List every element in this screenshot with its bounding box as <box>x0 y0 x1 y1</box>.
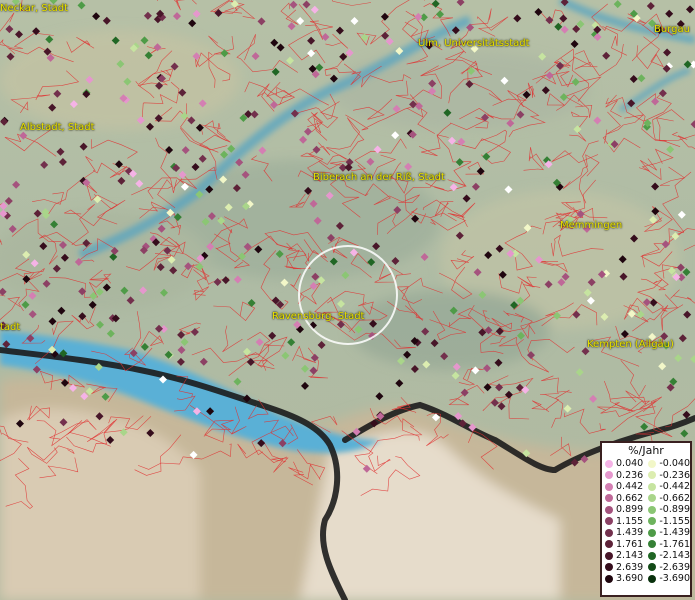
legend: %/Jahr 0.040 -0.040 0.236 -0.236 0.442 -0.442… <box>600 441 692 597</box>
legend-value: -1.761 <box>659 538 690 550</box>
legend-value: -1.155 <box>659 515 690 527</box>
legend-pos-entry: 2.639 <box>602 562 645 574</box>
legend-row: 1.439 -1.439 <box>602 527 690 539</box>
legend-swatch <box>648 459 657 468</box>
legend-pos-entry: 1.155 <box>602 516 645 528</box>
legend-row: 0.899 -0.899 <box>602 504 690 516</box>
legend-pos-entry: 0.662 <box>602 493 645 505</box>
legend-value: -2.143 <box>659 550 690 561</box>
legend-swatch <box>648 563 657 572</box>
focus-circle <box>298 245 398 345</box>
legend-value: 0.040 <box>616 458 644 469</box>
legend-swatch <box>605 528 613 537</box>
legend-value: -0.442 <box>659 481 690 492</box>
legend-neg-entry: -0.236 <box>645 470 690 482</box>
legend-swatch <box>648 494 657 503</box>
legend-swatch <box>605 459 613 468</box>
legend-pos-entry: 0.236 <box>602 470 645 482</box>
legend-swatch <box>605 471 613 480</box>
legend-neg-entry: -2.639 <box>645 562 690 574</box>
legend-title: %/Jahr <box>628 444 664 457</box>
legend-neg-entry: -0.899 <box>645 504 690 516</box>
legend-pos-entry: 0.899 <box>602 504 645 516</box>
legend-value: 1.761 <box>616 538 644 550</box>
legend-row: 3.690 -3.690 <box>602 573 690 585</box>
legend-value: 2.639 <box>616 561 644 573</box>
legend-row: 2.143 -2.143 <box>602 550 690 562</box>
legend-value: -2.639 <box>659 561 690 573</box>
legend-neg-entry: -0.040 <box>645 458 690 470</box>
legend-swatch <box>648 551 657 560</box>
legend-swatch <box>605 505 613 514</box>
legend-row: 0.662 -0.662 <box>602 493 690 505</box>
legend-pos-entry: 1.439 <box>602 527 645 539</box>
legend-swatch <box>605 494 613 503</box>
legend-swatch <box>605 574 613 583</box>
legend-row: 0.442 -0.442 <box>602 481 690 493</box>
legend-swatch <box>605 517 613 526</box>
legend-value: 2.143 <box>616 550 644 561</box>
city-label: Kempten (Allgäu) <box>587 339 674 350</box>
city-label: tadt <box>0 322 21 333</box>
legend-swatch <box>605 563 613 572</box>
legend-value: 1.439 <box>616 527 644 538</box>
legend-value: -0.899 <box>659 504 690 515</box>
legend-value: -3.690 <box>659 573 690 584</box>
legend-neg-entry: -0.662 <box>645 493 690 505</box>
city-label: Burgau <box>654 24 690 35</box>
legend-rows: 0.040 -0.040 0.236 -0.236 0.442 -0.442 0.662 -0… <box>602 458 690 585</box>
legend-pos-entry: 3.690 <box>602 573 645 585</box>
legend-row: 1.155 -1.155 <box>602 516 690 528</box>
city-label: Ravensburg, Stadt <box>272 311 365 322</box>
legend-value: -0.662 <box>659 492 690 504</box>
city-label: Albstadt, Stadt <box>20 122 95 133</box>
legend-row: 2.639 -2.639 <box>602 562 690 574</box>
legend-swatch <box>648 505 657 514</box>
city-label: Memmingen <box>560 220 623 231</box>
legend-row: 0.040 -0.040 <box>602 458 690 470</box>
legend-swatch <box>605 540 613 549</box>
legend-row: 0.236 -0.236 <box>602 470 690 482</box>
map-view[interactable]: Neckar, Stadt Ulm, Universitätsstadt Burga… <box>0 0 695 600</box>
legend-value: 0.236 <box>616 469 644 481</box>
legend-value: 1.155 <box>616 515 644 527</box>
legend-neg-entry: -2.143 <box>645 550 690 562</box>
legend-swatch <box>648 540 657 549</box>
city-label: Biberach an der Riß, Stadt <box>313 172 445 183</box>
legend-swatch <box>605 551 613 560</box>
legend-value: -0.040 <box>659 458 690 469</box>
legend-neg-entry: -1.761 <box>645 539 690 551</box>
legend-pos-entry: 0.442 <box>602 481 645 493</box>
legend-neg-entry: -1.439 <box>645 527 690 539</box>
legend-row: 1.761 -1.761 <box>602 539 690 551</box>
legend-swatch <box>648 528 657 537</box>
legend-pos-entry: 1.761 <box>602 539 645 551</box>
city-label: Neckar, Stadt <box>0 3 69 14</box>
legend-pos-entry: 2.143 <box>602 550 645 562</box>
legend-neg-entry: -3.690 <box>645 573 690 585</box>
legend-value: -0.236 <box>659 469 690 481</box>
legend-neg-entry: -0.442 <box>645 481 690 493</box>
legend-value: 0.662 <box>616 492 644 504</box>
legend-value: 0.442 <box>616 481 644 492</box>
legend-value: -1.439 <box>659 527 690 538</box>
legend-swatch <box>648 574 657 583</box>
legend-swatch <box>648 517 657 526</box>
legend-swatch <box>605 482 613 491</box>
legend-value: 0.899 <box>616 504 644 515</box>
legend-pos-entry: 0.040 <box>602 458 645 470</box>
legend-swatch <box>648 471 657 480</box>
legend-swatch <box>648 482 657 491</box>
city-label: Ulm, Universitätsstadt <box>418 38 530 49</box>
legend-neg-entry: -1.155 <box>645 516 690 528</box>
legend-value: 3.690 <box>616 573 644 584</box>
